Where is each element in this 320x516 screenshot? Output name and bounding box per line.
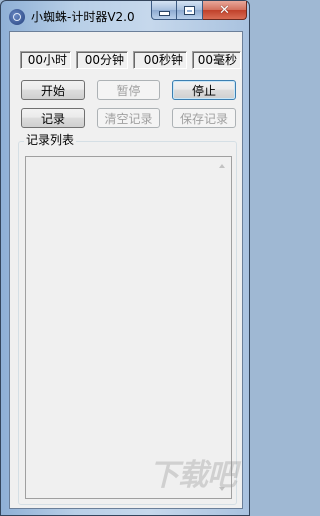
hours-display: 00小时 bbox=[20, 51, 71, 69]
records-list[interactable] bbox=[25, 156, 232, 499]
close-button[interactable]: ✕ bbox=[203, 1, 247, 20]
pause-button[interactable]: 暂停 bbox=[97, 80, 160, 100]
window-frame: 小蜘蛛-计时器V2.0 ✕ 00小时 00分钟 00秒钟 00毫秒 开始 暂停 … bbox=[0, 0, 250, 516]
minutes-display: 00分钟 bbox=[76, 51, 128, 69]
stop-button[interactable]: 停止 bbox=[172, 80, 236, 100]
window-controls: ✕ bbox=[151, 1, 247, 21]
close-icon: ✕ bbox=[219, 2, 230, 18]
watermark-logo: 下载吧 bbox=[149, 458, 237, 493]
records-group-label: 记录列表 bbox=[24, 133, 77, 147]
title-bar[interactable]: 小蜘蛛-计时器V2.0 ✕ bbox=[1, 1, 251, 31]
save-records-button[interactable]: 保存记录 bbox=[172, 108, 236, 128]
records-scrollbar[interactable] bbox=[214, 157, 231, 498]
client-area: 00小时 00分钟 00秒钟 00毫秒 开始 暂停 停止 记录 清空记录 保存记… bbox=[9, 31, 243, 509]
milliseconds-display: 00毫秒 bbox=[192, 51, 241, 69]
scroll-up-arrow-icon[interactable] bbox=[219, 164, 225, 168]
minimize-button[interactable] bbox=[151, 1, 177, 20]
app-logo-icon bbox=[9, 9, 25, 25]
start-button[interactable]: 开始 bbox=[21, 80, 85, 100]
window-title: 小蜘蛛-计时器V2.0 bbox=[31, 10, 135, 24]
record-button[interactable]: 记录 bbox=[21, 108, 85, 128]
clear-records-button[interactable]: 清空记录 bbox=[97, 108, 160, 128]
minimize-icon bbox=[158, 10, 170, 16]
maximize-icon bbox=[185, 6, 194, 14]
maximize-button[interactable] bbox=[177, 1, 203, 20]
seconds-display: 00秒钟 bbox=[133, 51, 187, 69]
